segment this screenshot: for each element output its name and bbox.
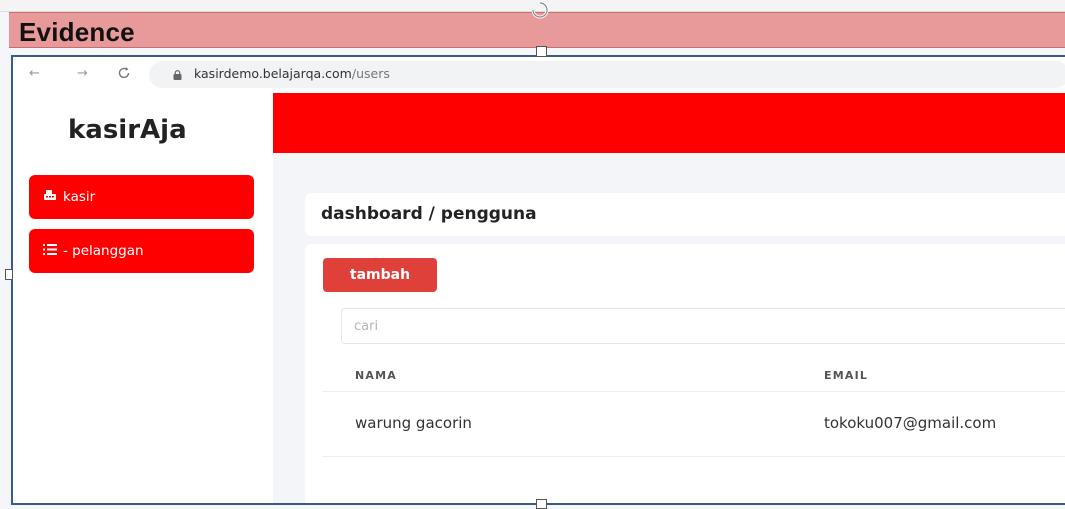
sidebar-item-pelanggan[interactable]: - pelanggan (29, 229, 254, 273)
sidebar-item-kasir[interactable]: kasir (29, 175, 254, 219)
sidebar: kasirAja kasir - pelanggan (13, 93, 273, 503)
column-header-email: EMAIL (824, 369, 869, 382)
column-header-nama: NAMA (355, 369, 397, 382)
header-divider (323, 391, 1065, 392)
rotate-handle-icon[interactable] (529, 0, 551, 20)
content-card: tambah NAMA EMAIL warung gacorin tokoku0… (305, 244, 1065, 503)
main-area: dashboard / pengguna tambah NAMA EMAIL w… (273, 93, 1065, 503)
row-divider (323, 456, 1065, 457)
resize-handle-left[interactable] (5, 269, 13, 280)
cash-register-icon (43, 189, 57, 205)
resize-handle-top[interactable] (536, 46, 547, 57)
sidebar-item-label: - pelanggan (63, 243, 144, 259)
reload-icon[interactable] (117, 66, 131, 80)
forward-icon[interactable]: → (77, 67, 88, 80)
search-input[interactable] (341, 308, 1065, 344)
sidebar-item-label: kasir (63, 189, 96, 205)
url-path: /users (351, 66, 390, 81)
top-navbar (273, 93, 1065, 153)
breadcrumb: dashboard / pengguna (321, 204, 537, 224)
resize-handle-bottom[interactable] (536, 499, 547, 509)
screenshot-frame: ← → kasirdemo.belajarqa.com/users kasirA… (11, 55, 1065, 505)
list-icon (43, 243, 57, 259)
url-text: kasirdemo.belajarqa.com/users (194, 66, 390, 81)
back-icon[interactable]: ← (29, 67, 40, 80)
add-button[interactable]: tambah (323, 258, 437, 292)
cell-nama: warung gacorin (355, 414, 472, 432)
url-host: kasirdemo.belajarqa.com (194, 66, 352, 81)
cell-email: tokoku007@gmail.com (824, 414, 997, 432)
brand-logo: kasirAja (68, 115, 187, 145)
breadcrumb-card: dashboard / pengguna (305, 193, 1065, 236)
evidence-title: Evidence (19, 17, 135, 47)
browser-toolbar: ← → kasirdemo.belajarqa.com/users (13, 57, 1065, 94)
lock-icon (173, 70, 182, 80)
